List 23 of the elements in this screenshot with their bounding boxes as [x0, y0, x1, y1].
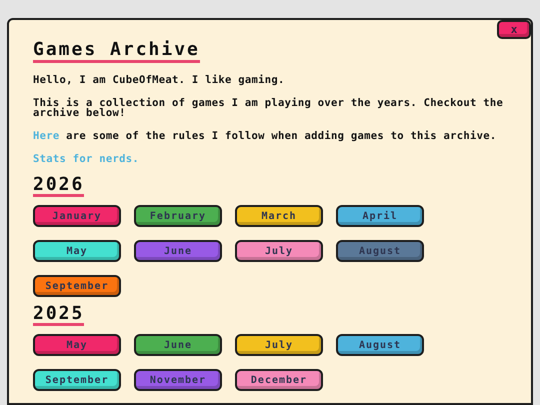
- description-text: This is a collection of games I am playing over the years. Checkout the archive below!: [33, 98, 504, 118]
- month-button[interactable]: September: [33, 275, 121, 297]
- month-button[interactable]: November: [134, 369, 222, 391]
- month-button[interactable]: August: [336, 240, 424, 262]
- month-button[interactable]: April: [336, 205, 424, 227]
- month-button[interactable]: July: [235, 240, 323, 262]
- month-button[interactable]: January: [33, 205, 121, 227]
- month-button[interactable]: June: [134, 240, 222, 262]
- month-button[interactable]: February: [134, 205, 222, 227]
- month-button[interactable]: December: [235, 369, 323, 391]
- month-button[interactable]: May: [33, 240, 121, 262]
- month-button[interactable]: May: [33, 334, 121, 356]
- intro-text: Hello, I am CubeOfMeat. I like gaming.: [33, 75, 286, 85]
- month-button[interactable]: June: [134, 334, 222, 356]
- month-button[interactable]: July: [235, 334, 323, 356]
- year-heading: 2026: [33, 176, 84, 197]
- year-heading: 2025: [33, 305, 84, 326]
- month-button[interactable]: August: [336, 334, 424, 356]
- page-title: Games Archive: [33, 40, 200, 63]
- rules-text: Here are some of the rules I follow when adding games to this archive.: [33, 131, 498, 141]
- month-button[interactable]: March: [235, 205, 323, 227]
- close-button[interactable]: x: [497, 20, 531, 39]
- month-button[interactable]: September: [33, 369, 121, 391]
